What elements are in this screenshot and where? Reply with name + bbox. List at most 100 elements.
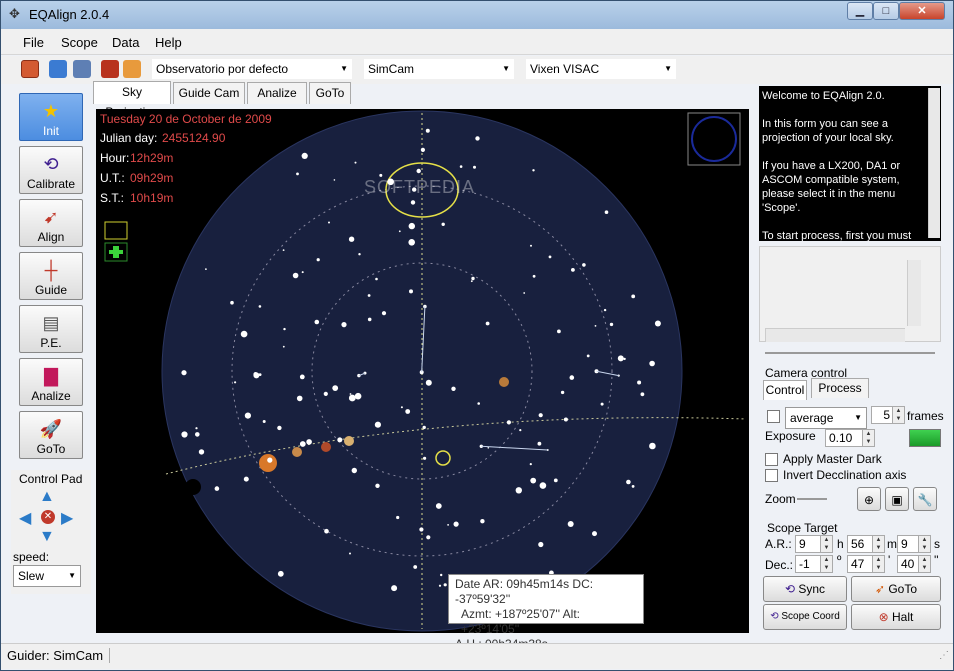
spin-icon[interactable]: ▲ ▼ <box>918 556 930 572</box>
goto-scope-button[interactable]: ➶ GoTo <box>851 576 941 602</box>
stop-icon[interactable]: ✕ <box>41 510 55 524</box>
star <box>582 263 586 267</box>
camera-select[interactable]: SimCam ▼ <box>363 58 515 80</box>
star <box>515 487 522 494</box>
star <box>234 381 237 384</box>
invert-dec-checkbox[interactable] <box>765 469 778 482</box>
star <box>296 172 299 176</box>
star <box>410 200 416 205</box>
sync-button[interactable]: ⟲ Sync <box>763 576 847 602</box>
preview-vscroll[interactable] <box>907 260 921 326</box>
open-icon[interactable] <box>49 60 67 78</box>
spin-icon[interactable]: ▲ ▼ <box>820 556 832 572</box>
spin-icon[interactable]: ▲ ▼ <box>820 536 832 552</box>
master-dark-checkbox[interactable] <box>765 453 778 466</box>
camera-icon[interactable]: ▣ <box>885 487 909 511</box>
spin-icon[interactable]: ▲ ▼ <box>918 536 930 552</box>
mode-select[interactable]: average ▼ <box>785 407 867 429</box>
dec-s-stepper[interactable]: 40 ▲ ▼ <box>897 555 931 573</box>
dec-d-stepper[interactable]: -1 ▲ ▼ <box>795 555 833 573</box>
ar-h-stepper[interactable]: 9 ▲ ▼ <box>795 535 833 553</box>
pointer-toggle-icon[interactable] <box>104 221 128 240</box>
zoom-label: Zoom <box>765 492 796 506</box>
wrench-icon[interactable]: 🔧 <box>913 487 937 511</box>
star <box>459 165 463 168</box>
exposure-stepper[interactable]: 0.10 ▲ ▼ <box>825 429 875 447</box>
left-toolbar: ★ Init ⟲ Calibrate ➹ Align ┼ Guide ▤ P.E. ▇ An… <box>11 87 91 467</box>
calendar-icon[interactable] <box>101 60 119 78</box>
star <box>538 413 543 418</box>
star <box>396 515 400 520</box>
menu-help[interactable]: Help <box>155 35 182 50</box>
spin-icon[interactable]: ▲ ▼ <box>892 407 904 423</box>
star <box>532 274 536 278</box>
preview-hscroll[interactable] <box>765 328 905 342</box>
tab-process[interactable]: Process <box>811 378 869 398</box>
spin-icon[interactable]: ▲ ▼ <box>872 556 884 572</box>
halt-button[interactable]: ⊗ Halt <box>851 604 941 630</box>
target-icon[interactable]: ⊕ <box>857 487 881 511</box>
star <box>262 420 266 423</box>
pe-button[interactable]: ▤ P.E. <box>19 305 83 353</box>
right-panel: Welcome to EQAlign 2.0. In this form you… <box>757 84 944 632</box>
menu-file[interactable]: File <box>23 35 44 50</box>
chevron-down-icon: ▼ <box>502 64 510 73</box>
scope-select[interactable]: Vixen VISAC ▼ <box>525 58 677 80</box>
align-button[interactable]: ➹ Align <box>19 199 83 247</box>
mini-view[interactable] <box>687 112 741 166</box>
ar-m-value: 56 <box>851 537 865 551</box>
coord-line1: Date AR: 09h45m14s DC: -37º59'32'' <box>455 577 594 606</box>
frames-value: 5 <box>883 408 890 422</box>
menu-scope[interactable]: Scope <box>61 35 98 50</box>
st-value: 10h19m <box>130 191 174 205</box>
goto-button[interactable]: 🚀 GoTo <box>19 411 83 459</box>
wrench-icon[interactable] <box>123 60 141 78</box>
frames-stepper[interactable]: 5 ▲ ▼ <box>871 406 905 424</box>
arrow-down-icon[interactable]: ▼ <box>39 528 55 546</box>
star <box>523 292 526 294</box>
crosshair-icon: ┼ <box>44 260 58 280</box>
ar-m-stepper[interactable]: 56 ▲ ▼ <box>847 535 885 553</box>
ar-s-stepper[interactable]: 9 ▲ ▼ <box>897 535 931 553</box>
star <box>435 503 442 509</box>
resize-grip-icon[interactable]: ⋰ <box>939 650 949 661</box>
tab-analize[interactable]: Analize <box>247 82 307 104</box>
hour-value: 12h29m <box>130 151 174 165</box>
dec-m-stepper[interactable]: 47 ▲ ▼ <box>847 555 885 573</box>
power-icon[interactable] <box>21 60 39 78</box>
calibrate-button[interactable]: ⟲ Calibrate <box>19 146 83 194</box>
maximize-button[interactable]: □ <box>873 2 899 20</box>
tab-sky-projection[interactable]: Sky Projection <box>93 81 171 119</box>
observatory-select[interactable]: Observatorio por defecto ▼ <box>151 58 353 80</box>
star <box>537 441 542 446</box>
tab-guide-cam[interactable]: Guide Cam <box>173 82 245 104</box>
zoom-slider[interactable] <box>797 498 827 500</box>
slider-track[interactable] <box>765 352 935 354</box>
tab-control[interactable]: Control <box>763 380 807 400</box>
arrow-up-icon[interactable]: ▲ <box>39 488 55 506</box>
menu-data[interactable]: Data <box>112 35 139 50</box>
spin-icon[interactable]: ▲ ▼ <box>872 536 884 552</box>
save-icon[interactable] <box>73 60 91 78</box>
analize-button[interactable]: ▇ Analize <box>19 358 83 406</box>
minimize-button[interactable]: ▁ <box>847 2 873 20</box>
star <box>408 222 415 230</box>
mode-checkbox[interactable] <box>767 410 780 423</box>
star <box>374 421 381 428</box>
close-button[interactable]: ✕ <box>899 2 945 20</box>
sky-view[interactable]: Tuesday 20 de October de 2009 Julian day… <box>96 109 749 633</box>
spin-icon[interactable]: ▲ ▼ <box>862 430 874 446</box>
arrow-left-icon[interactable]: ◀ <box>19 508 31 528</box>
welcome-scrollbar[interactable] <box>928 88 940 238</box>
speed-select[interactable]: Slew ▼ <box>13 565 81 587</box>
init-button[interactable]: ★ Init <box>19 93 83 141</box>
guide-label: Guide <box>34 283 68 297</box>
star-icon: ★ <box>42 101 60 121</box>
guide-button[interactable]: ┼ Guide <box>19 252 83 300</box>
dec-s-value: 40 <box>901 557 915 571</box>
tab-goto[interactable]: GoTo <box>309 82 351 104</box>
star <box>296 395 303 402</box>
arrow-right-icon[interactable]: ▶ <box>61 508 73 528</box>
star <box>425 379 432 386</box>
scope-coord-button[interactable]: ⟲ Scope Coord <box>763 604 847 630</box>
